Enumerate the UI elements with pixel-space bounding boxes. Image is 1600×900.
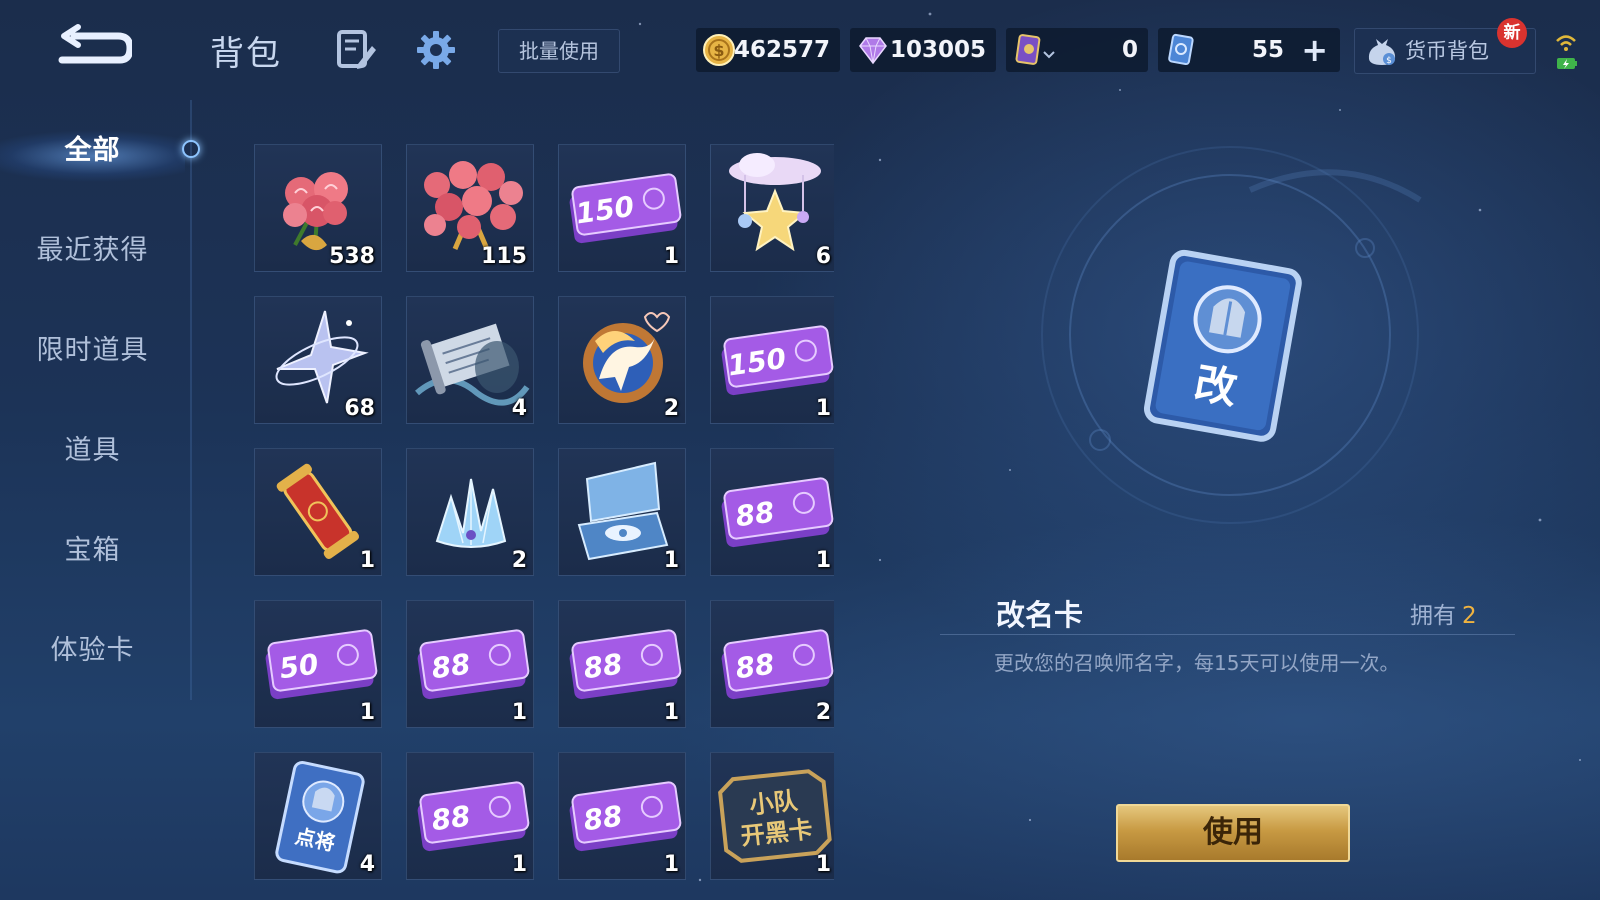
inventory-slot[interactable]: 88 1 [558,600,686,728]
item-count: 1 [815,852,831,877]
inventory-grid: 538 115 150 1 6 68 4 2 150 1 1 2 1 88 1 … [254,144,834,900]
gold-coin-icon: $ [703,34,735,66]
batch-use-button[interactable]: 批量使用 [498,29,620,73]
item-count: 538 [329,244,375,269]
category-tab-all[interactable]: 全部 [0,116,185,186]
inventory-slot[interactable]: 150 1 [558,144,686,272]
item-count: 1 [663,548,679,573]
category-sidebar: 全部 最近获得 限时道具 道具 宝箱 体验卡 [0,100,192,700]
item-count: 1 [663,852,679,877]
item-count: 1 [511,852,527,877]
inventory-slot[interactable]: 538 [254,144,382,272]
ticket-value-text: 88 [429,647,472,685]
inventory-slot[interactable]: 88 1 [406,600,534,728]
category-tab-trial-cards[interactable]: 体验卡 [0,616,185,686]
inventory-slot[interactable]: 2 [406,448,534,576]
item-count: 4 [511,396,527,421]
use-button[interactable]: 使用 [1116,804,1350,862]
card-ticket-currency[interactable]: 0 [1006,28,1148,72]
inventory-slot[interactable]: 小队 开黑卡 1 [710,752,834,880]
inventory-slot[interactable]: 88 1 [710,448,834,576]
active-indicator [182,140,200,158]
ticket-value-text: 88 [733,495,776,533]
item-description: 更改您的召唤师名字，每15天可以使用一次。 [994,651,1400,675]
svg-text:$: $ [713,41,724,60]
inventory-slot[interactable]: 6 [710,144,834,272]
wallet-label: 货币背包 [1405,39,1489,63]
item-count: 2 [815,700,831,725]
money-bag-icon: $ [1368,39,1396,66]
item-count: 1 [815,548,831,573]
page-title: 背包 [210,34,282,74]
inventory-slot[interactable]: 88 1 [406,752,534,880]
inventory-slot[interactable]: 115 [406,144,534,272]
item-count: 68 [344,396,375,421]
inventory-slot[interactable]: 1 [558,448,686,576]
svg-text:$: $ [1386,56,1392,66]
top-bar: 背包 批量使用 $ 462577 103005 0 55 + $ 货币背包 新 [0,0,1600,100]
item-count: 6 [815,244,831,269]
blue-voucher-value: 55 [1251,37,1284,63]
back-button[interactable] [48,22,134,72]
category-tab-recent[interactable]: 最近获得 [0,216,185,286]
category-tab-limited[interactable]: 限时道具 [0,316,185,386]
gear-icon [417,31,455,69]
edit-button[interactable] [334,28,378,72]
rename-card-image: 改 [1143,249,1302,442]
category-tab-chests[interactable]: 宝箱 [0,516,185,586]
divider [940,634,1515,635]
diamond-value: 103005 [889,37,986,63]
ticket-value-text: 88 [733,647,776,685]
edit-icon [337,30,376,69]
blue-voucher-currency: 55 + [1158,28,1340,72]
inventory-slot[interactable]: 68 [254,296,382,424]
item-count: 2 [663,396,679,421]
card-glyph: 改 [1191,358,1241,414]
diamond-icon [859,37,887,65]
battery-icon [1557,58,1577,69]
inventory-slot[interactable]: 88 1 [558,752,686,880]
inventory-slot[interactable]: 150 1 [710,296,834,424]
blue-voucher-icon [1168,33,1194,66]
gold-value: 462577 [733,37,830,63]
ticket-value-text: 88 [581,799,624,837]
add-voucher-button[interactable]: + [1301,34,1328,66]
card-ticket-icon [1015,34,1041,65]
diamond-currency: 103005 [850,28,996,72]
item-count: 1 [815,396,831,421]
item-count: 1 [663,700,679,725]
item-count: 1 [359,700,375,725]
own-label: 拥有 [1410,603,1456,629]
item-count: 1 [663,244,679,269]
item-count: 115 [481,244,527,269]
new-badge: 新 [1497,18,1527,48]
own-count: 2 [1462,603,1477,629]
inventory-slot[interactable]: 50 1 [254,600,382,728]
ticket-value-text: 50 [277,647,320,685]
item-count: 2 [511,548,527,573]
item-count: 1 [359,548,375,573]
category-tab-items[interactable]: 道具 [0,416,185,486]
status-indicator [1554,30,1578,74]
settings-button[interactable] [414,28,458,72]
inventory-slot[interactable]: 1 [254,448,382,576]
back-arrow-icon [58,24,134,64]
item-count: 1 [511,700,527,725]
inventory-slot[interactable]: 88 2 [710,600,834,728]
inventory-slot[interactable]: 点将 4 [254,752,382,880]
item-count: 4 [359,852,375,877]
ticket-value-text: 88 [581,647,624,685]
ticket-value-text: 88 [429,799,472,837]
card-ticket-value: 0 [1121,37,1138,63]
gold-currency: $ 462577 [696,28,840,72]
inventory-slot[interactable]: 4 [406,296,534,424]
ownership: 拥有 2 [1410,596,1477,630]
item-name: 改名卡 [996,598,1084,632]
card-label-line1: 小队 [748,787,800,820]
chevron-down-icon [1043,51,1055,59]
inventory-slot[interactable]: 2 [558,296,686,424]
